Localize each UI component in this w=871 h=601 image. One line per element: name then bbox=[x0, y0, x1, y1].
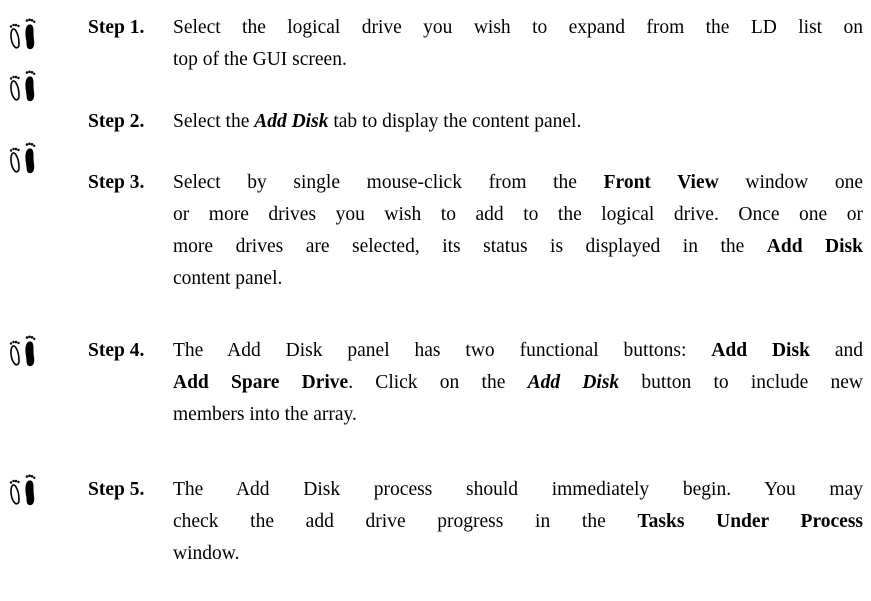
step-text-line: members into the array. bbox=[173, 399, 863, 431]
body-text: Select the logical drive you wish to exp… bbox=[173, 17, 863, 38]
step-text: The Add Disk process should immediately … bbox=[173, 474, 863, 570]
emphasis-text: Add Spare Drive bbox=[173, 372, 349, 393]
footprints-icon bbox=[9, 474, 36, 506]
step-text-line: top of the GUI screen. bbox=[173, 44, 863, 76]
body-text: or more drives you wish to add to the lo… bbox=[173, 204, 863, 225]
body-text: tab to display the content panel. bbox=[328, 111, 582, 132]
step-text: The Add Disk panel has two functional bu… bbox=[173, 335, 863, 431]
step-text-line: The Add Disk panel has two functional bu… bbox=[173, 335, 863, 367]
step-text-line: The Add Disk process should immediately … bbox=[173, 474, 863, 506]
body-text: The Add Disk process should immediately … bbox=[173, 479, 863, 500]
emphasis-text: Add Disk bbox=[766, 236, 863, 257]
step-text-line: window. bbox=[173, 538, 863, 570]
body-text: window one bbox=[718, 172, 863, 193]
step-text: Select by single mouse-click from the Fr… bbox=[173, 167, 863, 295]
body-text: The Add Disk panel has two functional bu… bbox=[173, 340, 712, 361]
emphasis-text: Add Disk bbox=[254, 111, 329, 132]
footprints-icon bbox=[9, 142, 36, 174]
step-text: Select the logical drive you wish to exp… bbox=[173, 12, 863, 76]
body-text: content panel. bbox=[173, 268, 283, 289]
emphasis-text: Add Disk bbox=[527, 372, 620, 393]
step-text-line: check the add drive progress in the Task… bbox=[173, 506, 863, 538]
step-text-line: content panel. bbox=[173, 263, 863, 295]
step-text-line: Select the Add Disk tab to display the c… bbox=[173, 106, 863, 138]
emphasis-text: Tasks Under Process bbox=[637, 511, 863, 532]
emphasis-text: Front View bbox=[603, 172, 719, 193]
body-text: members into the array. bbox=[173, 404, 357, 425]
step-text-line: Select the logical drive you wish to exp… bbox=[173, 12, 863, 44]
body-text: window. bbox=[173, 543, 240, 564]
body-text: Select by single mouse-click from the bbox=[173, 172, 604, 193]
body-text: more drives are selected, its status is … bbox=[173, 236, 767, 257]
body-text: top of the GUI screen. bbox=[173, 49, 347, 70]
footprints-icon bbox=[9, 70, 36, 102]
step-text-line: or more drives you wish to add to the lo… bbox=[173, 199, 863, 231]
step-label: Step 4. bbox=[88, 340, 145, 361]
step-label: Step 2. bbox=[88, 111, 145, 132]
step-text-line: Select by single mouse-click from the Fr… bbox=[173, 167, 863, 199]
step-text: Select the Add Disk tab to display the c… bbox=[173, 106, 863, 138]
step-label: Step 3. bbox=[88, 172, 145, 193]
step-text-line: Add Spare Drive. Click on the Add Disk b… bbox=[173, 367, 863, 399]
step-text-line: more drives are selected, its status is … bbox=[173, 231, 863, 263]
step-label: Step 5. bbox=[88, 479, 145, 500]
body-text: and bbox=[809, 340, 863, 361]
step-label: Step 1. bbox=[88, 17, 145, 38]
body-text: . Click on the bbox=[348, 372, 528, 393]
footprints-icon bbox=[9, 335, 36, 367]
body-text: check the add drive progress in the bbox=[173, 511, 638, 532]
body-text: Select the bbox=[173, 111, 255, 132]
footprints-icon bbox=[9, 18, 36, 50]
emphasis-text: Add Disk bbox=[711, 340, 810, 361]
body-text: button to include new bbox=[619, 372, 863, 393]
